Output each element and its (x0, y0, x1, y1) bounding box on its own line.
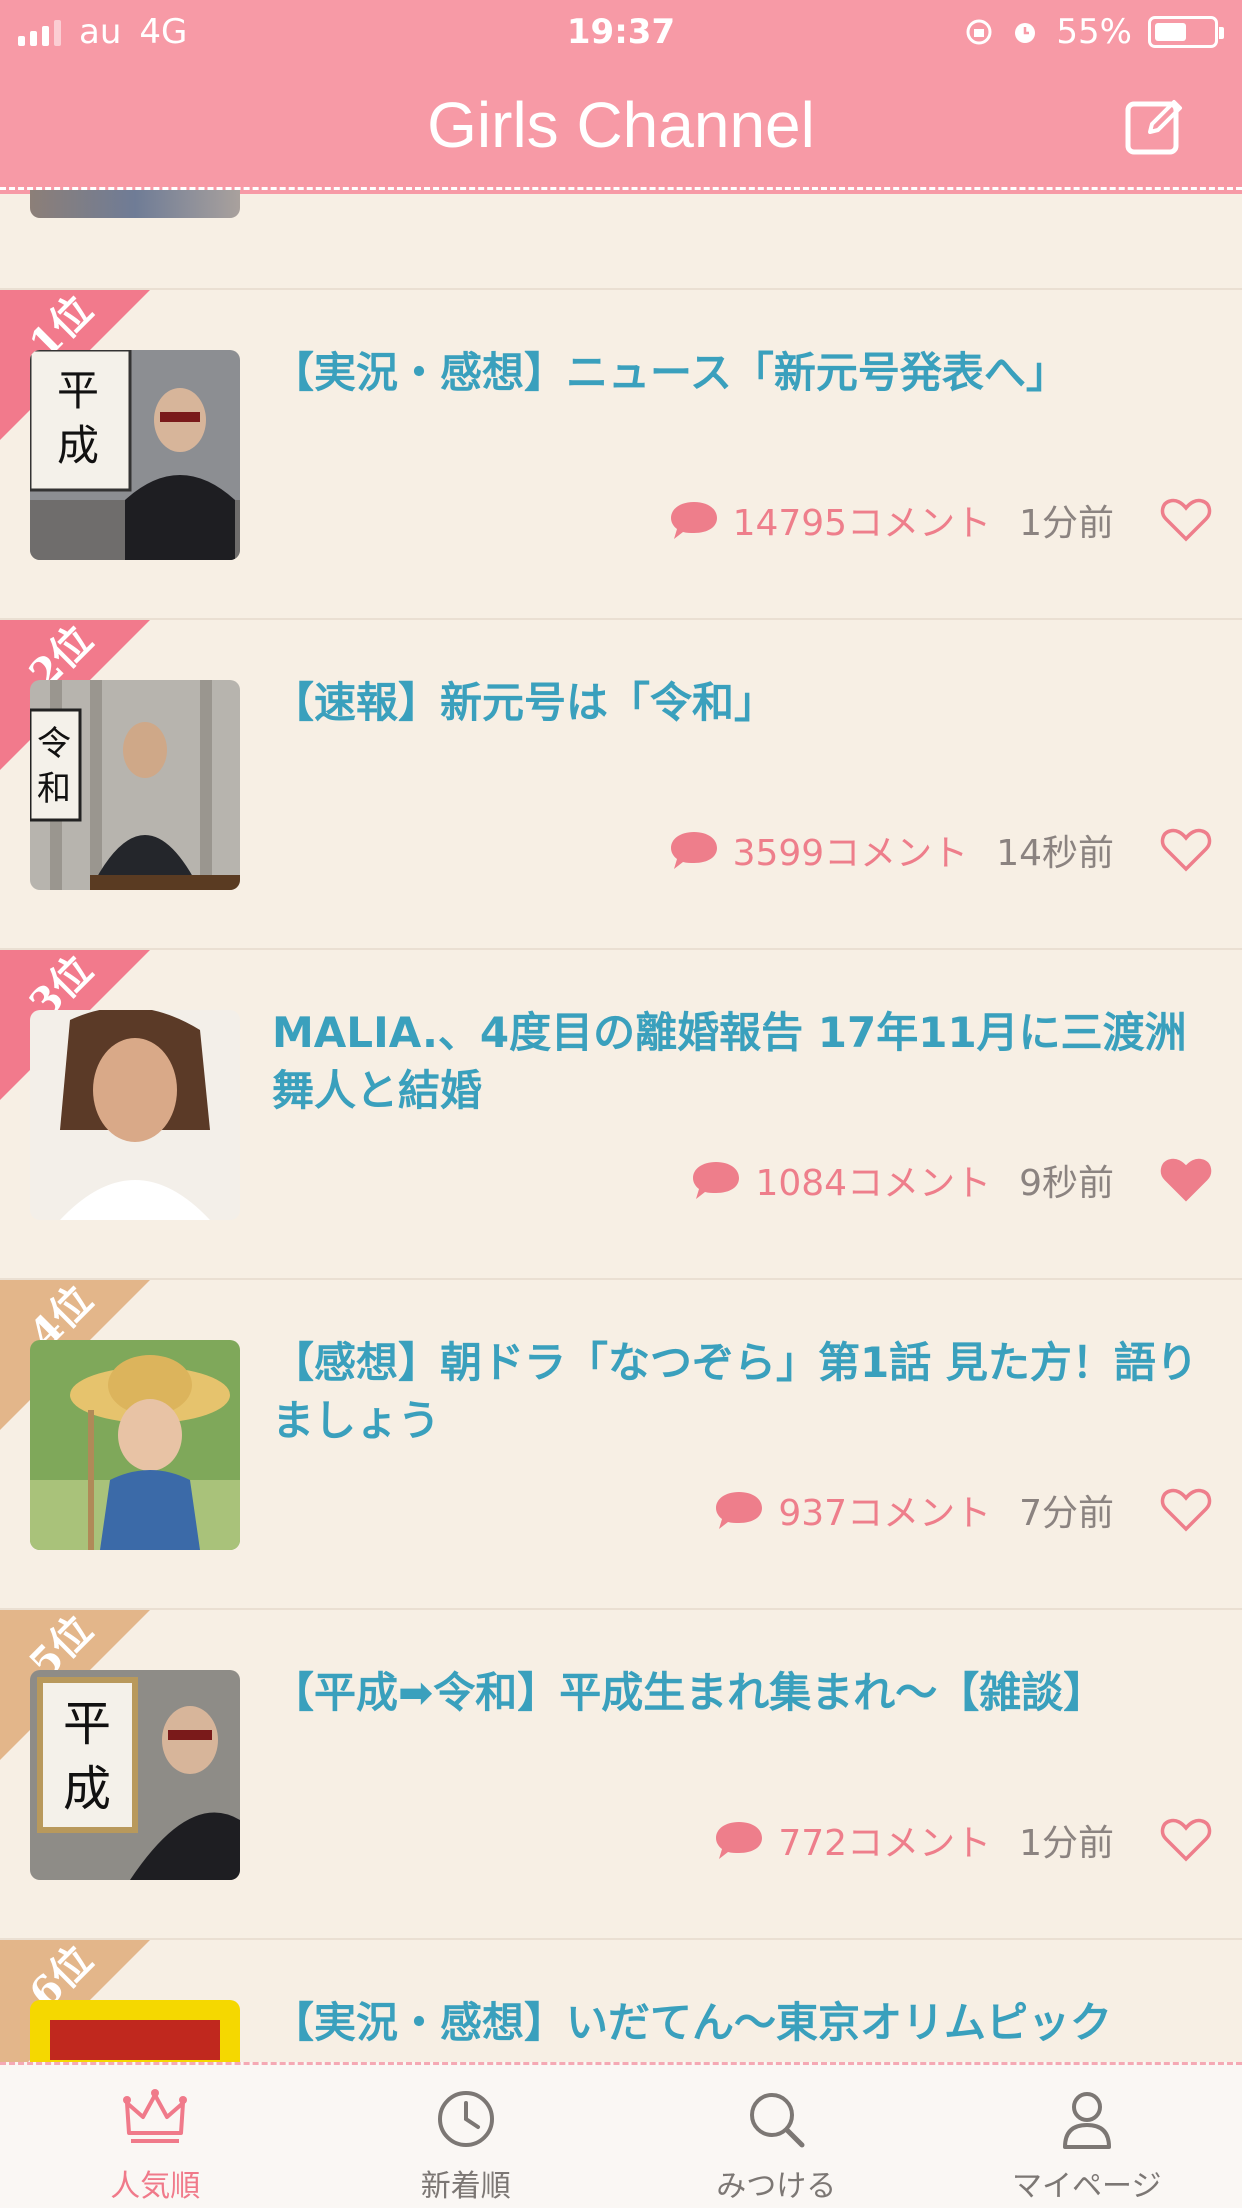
tab-newest[interactable]: 新着順 (311, 2065, 622, 2208)
topic-thumbnail[interactable]: 令 和 (30, 680, 240, 890)
svg-text:成: 成 (63, 1761, 111, 1817)
svg-text:平: 平 (57, 366, 99, 415)
post-time: 1分前 (1019, 503, 1114, 544)
tab-discover[interactable]: みつける (621, 2065, 932, 2208)
topic-meta: 937コメント 7分前 (714, 1480, 1212, 1540)
alarm-icon (1015, 23, 1036, 43)
comment-count: 3599コメント (732, 833, 969, 874)
post-time: 9秒前 (1019, 1163, 1114, 1204)
topic-meta: 1084コメント 9秒前 (691, 1150, 1212, 1210)
search-icon (750, 2093, 805, 2148)
tab-mypage[interactable]: マイページ (932, 2065, 1242, 2208)
svg-text:和: 和 (37, 769, 71, 809)
favorite-heart-icon[interactable] (1160, 827, 1212, 873)
post-time: 14秒前 (996, 833, 1114, 874)
comment-count: 1084コメント (755, 1163, 992, 1204)
topic-row[interactable]: 1位 平 成 【実況・感想】ニュース「新元号発表へ」 14795コメント 1分前 (0, 288, 1242, 618)
topic-meta: 14795コメント 1分前 (669, 490, 1212, 550)
app-title: Girls Channel (427, 89, 815, 161)
bottom-tab-bar: 人気順 新着順 みつける マイページ (0, 2062, 1242, 2208)
topic-title[interactable]: MALIA.、4度目の離婚報告 17年11月に三渡洲舞人と結婚 (272, 1004, 1212, 1120)
comment-bubble-icon (670, 832, 717, 869)
topic-meta: 3599コメント 14秒前 (669, 820, 1212, 880)
topic-thumbnail[interactable] (30, 2000, 240, 2062)
favorite-heart-icon[interactable] (1160, 1817, 1212, 1863)
comment-bubble-icon (670, 502, 717, 539)
compose-icon[interactable] (1122, 94, 1186, 158)
status-time: 19:37 (566, 12, 676, 52)
battery-icon (1148, 16, 1224, 48)
topic-row[interactable]: 3位 MALIA.、4度目の離婚報告 17年11月に三渡洲舞人と結婚 1084コ… (0, 948, 1242, 1278)
comment-bubble-icon (716, 1492, 763, 1529)
favorite-heart-icon[interactable] (1160, 497, 1212, 543)
topic-meta: 772コメント 1分前 (714, 1810, 1212, 1870)
topic-title[interactable]: 【平成➡令和】平成生まれ集まれ〜【雑談】 (272, 1664, 1212, 1722)
post-time: 1分前 (1019, 1823, 1114, 1864)
topic-title[interactable]: 【速報】新元号は「令和」 (272, 674, 1212, 732)
tab-label: みつける (716, 2169, 837, 2204)
topic-title[interactable]: 【実況・感想】ニュース「新元号発表へ」 (272, 344, 1212, 402)
topic-thumbnail[interactable]: 平 成 (30, 1670, 240, 1880)
topic-feed[interactable]: 1位 平 成 【実況・感想】ニュース「新元号発表へ」 14795コメント 1分前… (0, 190, 1242, 2062)
comment-count: 772コメント (778, 1823, 992, 1864)
battery-percent: 55% (1056, 12, 1132, 52)
favorite-heart-icon[interactable] (1160, 1157, 1212, 1203)
tab-label: 人気順 (110, 2169, 201, 2204)
app-header: au 4G 19:37 55% Girls Channel (0, 0, 1242, 190)
topic-title[interactable]: 【実況・感想】いだてん〜東京オリムピック (272, 1994, 1212, 2052)
rotation-lock-icon (966, 19, 992, 45)
previous-topic-thumbnail[interactable] (30, 190, 240, 218)
tab-popular[interactable]: 人気順 (0, 2065, 311, 2208)
topic-row[interactable]: 2位 令 和 【速報】新元号は「令和」 3599コメント 14秒前 (0, 618, 1242, 948)
crown-icon (123, 2089, 188, 2143)
user-icon (1062, 2092, 1111, 2149)
status-bar: au 4G 19:37 55% (0, 0, 1242, 62)
tab-label: マイページ (1012, 2169, 1162, 2204)
comment-bubble-icon (716, 1822, 763, 1859)
clock-icon (437, 2091, 494, 2147)
comment-count: 937コメント (778, 1493, 992, 1534)
topic-thumbnail[interactable] (30, 1010, 240, 1220)
svg-text:平: 平 (63, 1696, 111, 1752)
topic-row[interactable]: 5位 平 成 【平成➡令和】平成生まれ集まれ〜【雑談】 772コメント 1分前 (0, 1608, 1242, 1938)
topic-row[interactable]: 4位 【感想】朝ドラ「なつぞら」第1話 見た方！語りましょう 937コメント 7… (0, 1278, 1242, 1608)
svg-text:令: 令 (37, 724, 71, 764)
comment-count: 14795コメント (732, 503, 992, 544)
tab-label: 新着順 (420, 2169, 511, 2204)
topic-title[interactable]: 【感想】朝ドラ「なつぞら」第1話 見た方！語りましょう (272, 1334, 1212, 1450)
post-time: 7分前 (1019, 1493, 1114, 1534)
svg-text:成: 成 (57, 421, 99, 470)
favorite-heart-icon[interactable] (1160, 1487, 1212, 1533)
topic-thumbnail[interactable] (30, 1340, 240, 1550)
comment-bubble-icon (693, 1162, 740, 1199)
topic-thumbnail[interactable]: 平 成 (30, 350, 240, 560)
topic-row[interactable]: 6位 【実況・感想】いだてん〜東京オリムピック (0, 1938, 1242, 2062)
